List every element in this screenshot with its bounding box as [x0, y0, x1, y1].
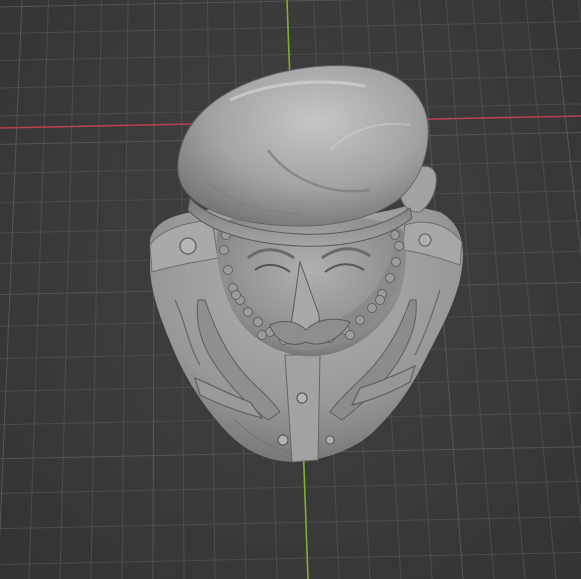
beard-curl: [219, 245, 229, 255]
grid-line: [90, 0, 102, 579]
beard-curl: [355, 315, 365, 325]
beard-curl: [391, 257, 401, 267]
grid-line: [0, 551, 581, 565]
3d-viewport[interactable]: [0, 0, 581, 579]
grid-line: [121, 0, 129, 579]
beard-curl: [385, 273, 395, 283]
beard-curl: [253, 317, 263, 327]
beard-curl: [257, 330, 267, 340]
beard-curl: [394, 241, 404, 251]
grid-line: [498, 0, 557, 579]
bust-model[interactable]: [149, 65, 464, 463]
grid-line: [0, 0, 23, 543]
beard-curl: [223, 265, 233, 275]
grid-line: [525, 0, 581, 528]
grid-line: [0, 516, 581, 530]
beard-curl: [231, 290, 241, 300]
right-shoulder-button: [418, 233, 432, 247]
viewport-scene[interactable]: [0, 0, 581, 579]
shirt-button: [325, 435, 335, 445]
beard-curl: [390, 230, 400, 240]
beard-curl: [375, 295, 385, 305]
shirt-button: [277, 434, 289, 446]
beard-curl: [243, 307, 253, 317]
shirt-button: [296, 392, 308, 404]
left-shoulder-button: [179, 237, 197, 255]
grid-line: [0, 480, 581, 494]
grid-line: [0, 21, 581, 34]
beard-curl: [367, 303, 377, 313]
beret: [177, 65, 429, 227]
grid-line: [472, 0, 526, 579]
grid-line: [0, 0, 364, 8]
beard-curl: [345, 330, 355, 340]
grid-line: [0, 47, 581, 61]
